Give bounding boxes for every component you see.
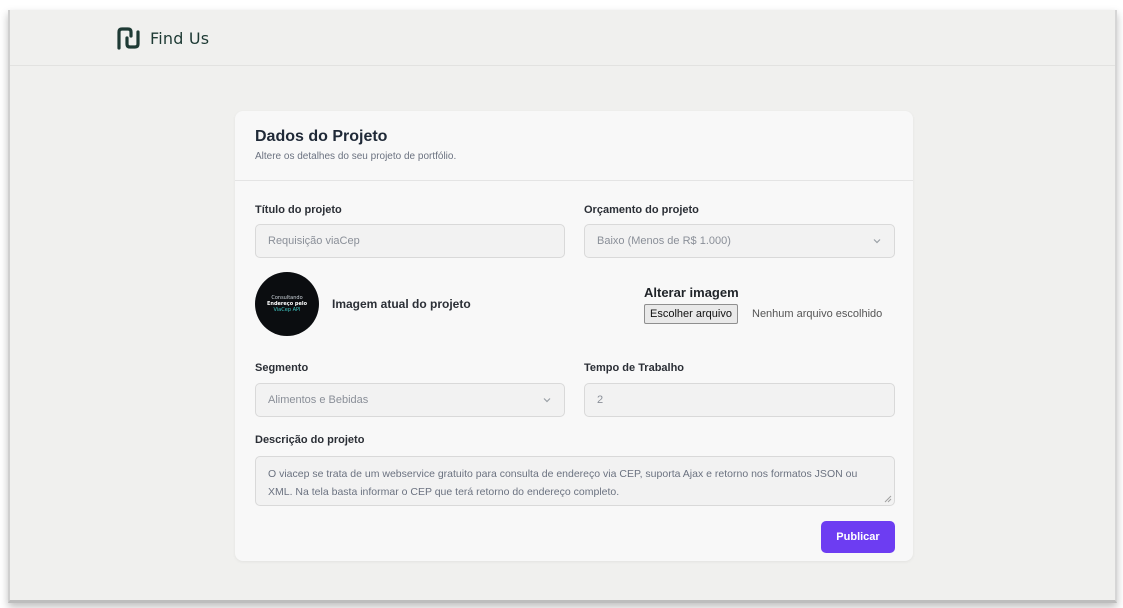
segment-select[interactable]: Alimentos e Bebidas [255, 383, 565, 417]
project-budget-select[interactable]: Baixo (Menos de R$ 1.000) [584, 224, 895, 258]
project-card: Dados do Projeto Altere os detalhes do s… [235, 111, 913, 561]
description-label: Descrição do projeto [255, 434, 365, 446]
segment-value: Alimentos e Bebidas [268, 394, 369, 406]
thumbnail-text-line: ViaCep API [273, 307, 301, 313]
work-time-input[interactable]: 2 [584, 383, 895, 417]
file-status-text: Nenhum arquivo escolhido [752, 308, 883, 320]
publish-button[interactable]: Publicar [821, 521, 895, 553]
segment-label: Segmento [255, 362, 309, 374]
description-text: O viacep se trata de um webservice gratu… [268, 468, 858, 498]
work-time-label: Tempo de Trabalho [584, 362, 685, 374]
card-title: Dados do Projeto [255, 128, 388, 145]
project-image-thumbnail: Consultando Endereço pelo ViaCep API [255, 272, 319, 336]
project-title-label: Título do projeto [255, 204, 342, 216]
change-image-label: Alterar imagem [644, 285, 739, 300]
project-budget-label: Orçamento do projeto [584, 204, 699, 216]
project-budget-value: Baixo (Menos de R$ 1.000) [597, 235, 731, 247]
top-bar: Find Us [10, 10, 1115, 66]
find-us-logo-icon [117, 27, 140, 50]
current-image-label: Imagem atual do projeto [332, 297, 471, 311]
choose-file-button[interactable]: Escolher arquivo [644, 304, 738, 324]
card-header: Dados do Projeto Altere os detalhes do s… [235, 111, 913, 181]
chevron-down-icon [873, 239, 881, 244]
brand-logo[interactable]: Find Us [116, 26, 209, 50]
description-textarea[interactable]: O viacep se trata de um webservice gratu… [255, 456, 895, 506]
card-subtitle: Altere os detalhes do seu projeto de por… [255, 151, 457, 162]
resize-handle-icon[interactable] [884, 495, 892, 503]
project-title-input[interactable]: Requisição viaCep [255, 224, 565, 258]
app-name: Find Us [150, 28, 210, 48]
chevron-down-icon [543, 398, 551, 403]
app-window: Find Us Dados do Projeto Altere os detal… [8, 10, 1117, 603]
